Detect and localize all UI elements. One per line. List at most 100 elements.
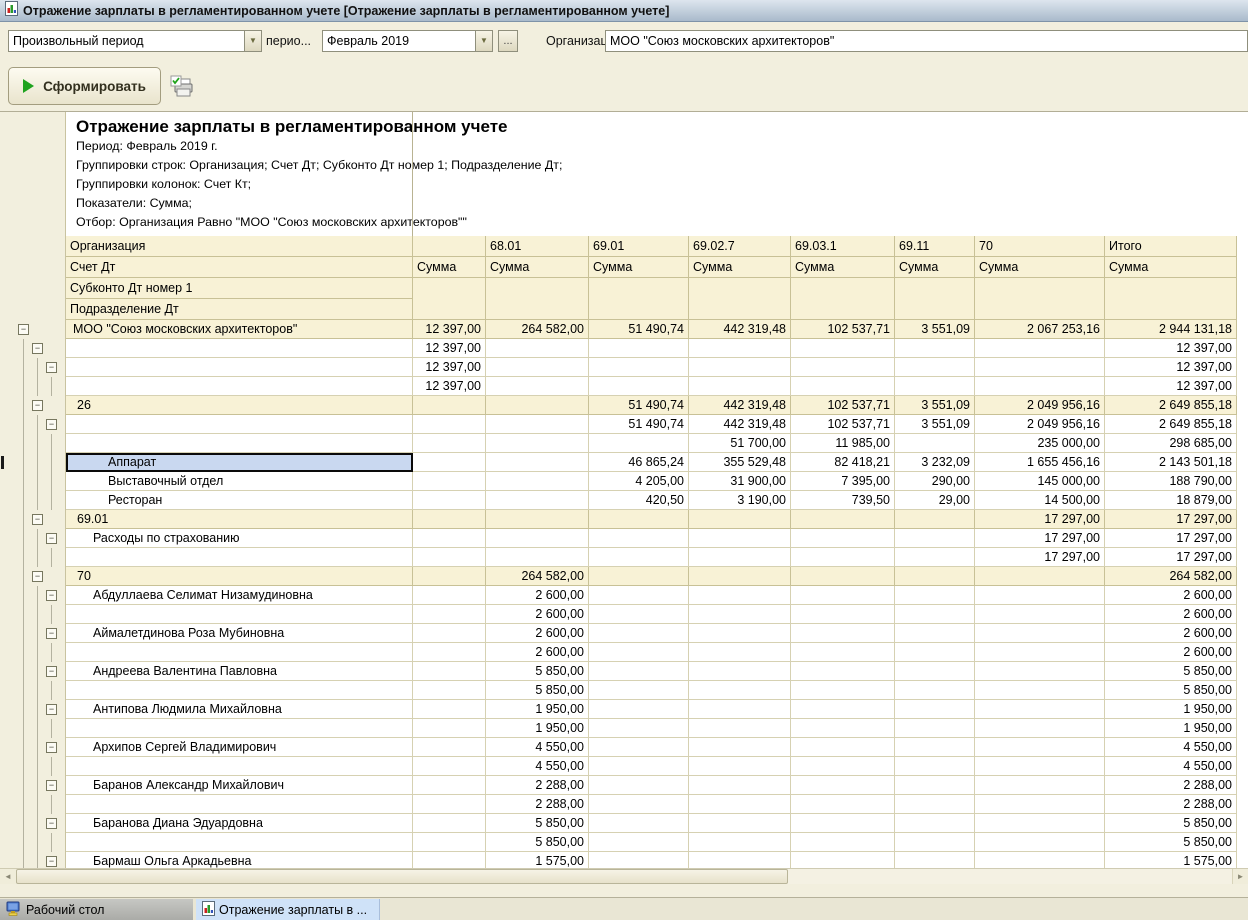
amount-cell[interactable]: 2 600,00 <box>486 605 589 624</box>
amount-cell[interactable]: 1 950,00 <box>486 700 589 719</box>
row-name-cell[interactable] <box>66 643 413 662</box>
amount-cell[interactable] <box>791 662 895 681</box>
amount-cell[interactable] <box>589 776 689 795</box>
collapse-icon[interactable]: − <box>46 704 57 715</box>
amount-cell[interactable]: 12 397,00 <box>1105 358 1237 377</box>
amount-cell[interactable]: 46 865,24 <box>589 453 689 472</box>
amount-cell[interactable] <box>589 377 689 396</box>
amount-cell[interactable]: 5 850,00 <box>486 833 589 852</box>
amount-cell[interactable] <box>413 396 486 415</box>
amount-cell[interactable] <box>689 700 791 719</box>
amount-cell[interactable]: 5 850,00 <box>1105 681 1237 700</box>
amount-cell[interactable] <box>413 434 486 453</box>
amount-cell[interactable] <box>689 757 791 776</box>
amount-cell[interactable]: 2 288,00 <box>1105 795 1237 814</box>
amount-cell[interactable] <box>895 339 975 358</box>
amount-cell[interactable]: 2 944 131,18 <box>1105 320 1237 339</box>
amount-cell[interactable] <box>975 757 1105 776</box>
amount-cell[interactable] <box>413 624 486 643</box>
amount-cell[interactable] <box>689 510 791 529</box>
amount-cell[interactable]: 51 490,74 <box>589 396 689 415</box>
amount-cell[interactable] <box>589 757 689 776</box>
row-name-cell[interactable] <box>66 605 413 624</box>
amount-cell[interactable] <box>589 567 689 586</box>
amount-cell[interactable] <box>413 795 486 814</box>
amount-cell[interactable]: 12 397,00 <box>413 320 486 339</box>
amount-cell[interactable] <box>895 377 975 396</box>
amount-cell[interactable]: 5 850,00 <box>486 681 589 700</box>
amount-cell[interactable]: 29,00 <box>895 491 975 510</box>
amount-cell[interactable] <box>895 605 975 624</box>
row-name-cell[interactable]: 69.01 <box>66 510 413 529</box>
amount-cell[interactable]: 2 288,00 <box>486 776 589 795</box>
amount-cell[interactable]: 5 850,00 <box>1105 662 1237 681</box>
organization-input[interactable] <box>605 30 1248 52</box>
amount-cell[interactable] <box>413 643 486 662</box>
amount-cell[interactable] <box>975 586 1105 605</box>
amount-cell[interactable] <box>486 472 589 491</box>
amount-cell[interactable]: 2 649 855,18 <box>1105 415 1237 434</box>
amount-cell[interactable] <box>791 814 895 833</box>
amount-cell[interactable]: 2 600,00 <box>1105 624 1237 643</box>
amount-cell[interactable] <box>486 396 589 415</box>
amount-cell[interactable] <box>486 358 589 377</box>
collapse-icon[interactable]: − <box>32 514 43 525</box>
amount-cell[interactable] <box>413 776 486 795</box>
amount-cell[interactable] <box>589 605 689 624</box>
amount-cell[interactable]: 2 143 501,18 <box>1105 453 1237 472</box>
amount-cell[interactable] <box>413 453 486 472</box>
amount-cell[interactable] <box>975 339 1105 358</box>
row-name-cell[interactable]: Выставочный отдел <box>66 472 413 491</box>
amount-cell[interactable] <box>895 814 975 833</box>
amount-cell[interactable]: 2 600,00 <box>1105 605 1237 624</box>
row-name-cell[interactable]: Баранова Диана Эдуардовна <box>66 814 413 833</box>
period-type-select[interactable]: Произвольный период ▼ <box>8 30 262 52</box>
amount-cell[interactable] <box>413 529 486 548</box>
amount-cell[interactable]: 51 490,74 <box>589 320 689 339</box>
amount-cell[interactable] <box>975 833 1105 852</box>
amount-cell[interactable]: 12 397,00 <box>413 377 486 396</box>
collapse-icon[interactable]: − <box>46 818 57 829</box>
amount-cell[interactable] <box>791 567 895 586</box>
amount-cell[interactable] <box>975 719 1105 738</box>
amount-cell[interactable] <box>895 529 975 548</box>
amount-cell[interactable]: 102 537,71 <box>791 396 895 415</box>
scroll-left-icon[interactable]: ◄ <box>0 869 16 884</box>
amount-cell[interactable] <box>589 434 689 453</box>
amount-cell[interactable] <box>895 738 975 757</box>
row-name-cell[interactable]: Андреева Валентина Павловна <box>66 662 413 681</box>
selected-cell[interactable]: Аппарат <box>66 453 413 472</box>
row-name-cell[interactable] <box>66 681 413 700</box>
amount-cell[interactable] <box>689 567 791 586</box>
amount-cell[interactable]: 12 397,00 <box>413 358 486 377</box>
amount-cell[interactable] <box>413 415 486 434</box>
amount-cell[interactable] <box>413 719 486 738</box>
amount-cell[interactable] <box>413 510 486 529</box>
amount-cell[interactable]: 1 950,00 <box>1105 719 1237 738</box>
amount-cell[interactable] <box>413 814 486 833</box>
amount-cell[interactable] <box>486 377 589 396</box>
amount-cell[interactable] <box>689 795 791 814</box>
amount-cell[interactable] <box>589 548 689 567</box>
amount-cell[interactable] <box>413 472 486 491</box>
row-name-cell[interactable]: МОО "Союз московских архитекторов" <box>66 320 413 339</box>
row-name-cell[interactable]: 70 <box>66 567 413 586</box>
amount-cell[interactable] <box>589 339 689 358</box>
amount-cell[interactable] <box>689 548 791 567</box>
amount-cell[interactable]: 2 600,00 <box>1105 586 1237 605</box>
generate-button[interactable]: Сформировать <box>8 67 161 105</box>
amount-cell[interactable] <box>975 643 1105 662</box>
amount-cell[interactable] <box>975 662 1105 681</box>
amount-cell[interactable] <box>975 358 1105 377</box>
amount-cell[interactable] <box>589 586 689 605</box>
amount-cell[interactable]: 3 551,09 <box>895 415 975 434</box>
amount-cell[interactable]: 145 000,00 <box>975 472 1105 491</box>
amount-cell[interactable] <box>791 510 895 529</box>
amount-cell[interactable]: 2 600,00 <box>486 643 589 662</box>
amount-cell[interactable]: 4 550,00 <box>1105 738 1237 757</box>
amount-cell[interactable]: 17 297,00 <box>975 510 1105 529</box>
amount-cell[interactable] <box>975 624 1105 643</box>
collapse-icon[interactable]: − <box>46 780 57 791</box>
amount-cell[interactable] <box>791 605 895 624</box>
amount-cell[interactable]: 2 649 855,18 <box>1105 396 1237 415</box>
